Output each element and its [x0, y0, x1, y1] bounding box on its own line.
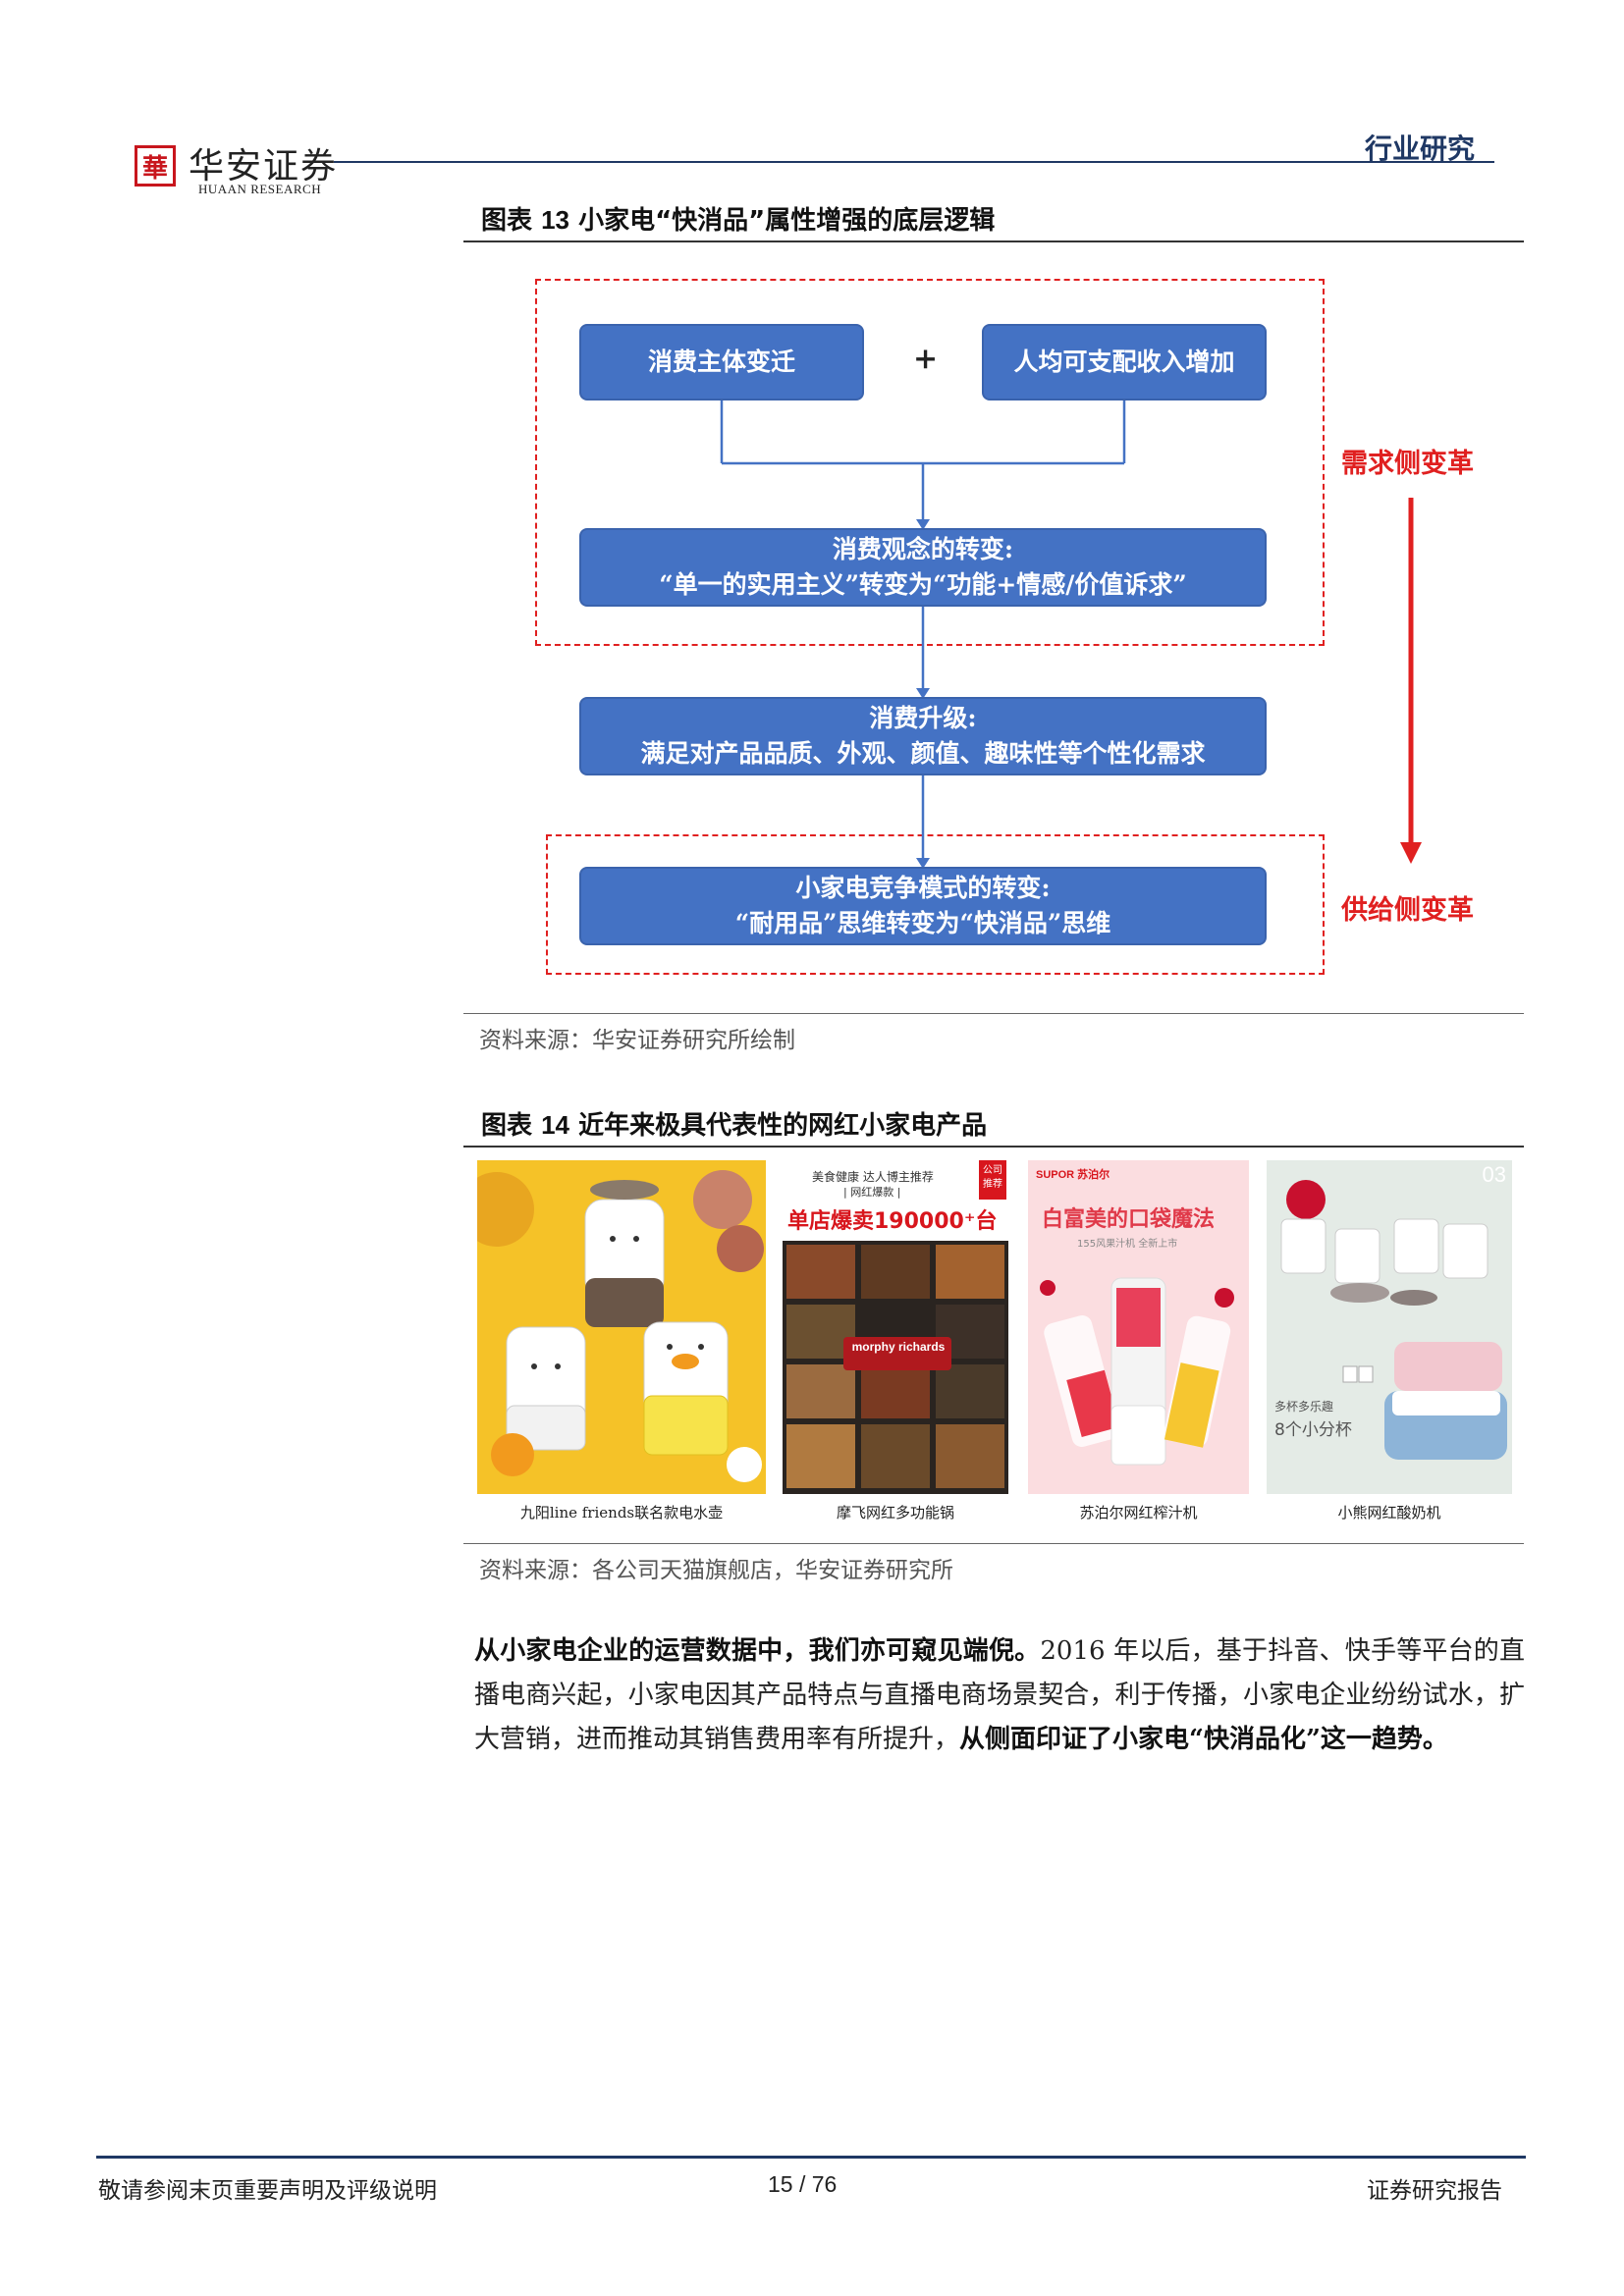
income-increase-label: 人均可支配收入增加 [1013, 347, 1235, 376]
multicooker-badge: 公司 推荐 [979, 1160, 1006, 1200]
multicooker-headline: 单店爆卖190000⁺台 [787, 1209, 998, 1234]
upgrade-heading: 消费升级: [869, 704, 977, 732]
yogurt-text-2: 8个小分杯 [1274, 1420, 1352, 1440]
demand-side-label: 需求侧变革 [1341, 449, 1474, 479]
figure13-bottom-rule [463, 1013, 1524, 1014]
concept-change-detail: “单一的实用主义”转变为“功能+情感/价值诉求” [659, 570, 1187, 599]
yogurt-text-1: 多杯多乐趣 [1274, 1400, 1334, 1414]
concept-change-box: 消费观念的转变: “单一的实用主义”转变为“功能+情感/价值诉求” [579, 528, 1267, 607]
figure13-source: 资料来源：华安证券研究所绘制 [479, 1028, 795, 1053]
juicer-illustration [1040, 1277, 1234, 1466]
juicer-headline: 白富美的口袋魔法 [1042, 1207, 1216, 1232]
caption-yogurt-maker: 小熊网红酸奶机 [1337, 1504, 1441, 1522]
figure14-top-rule [463, 1146, 1524, 1148]
multicooker-banner-sub: | 网红爆款 | [843, 1186, 901, 1199]
page-number: 15 / 76 [768, 2171, 838, 2197]
supply-side-label: 供给侧变革 [1341, 895, 1474, 926]
footer-report-type: 证券研究报告 [1367, 2178, 1502, 2204]
footer-divider [96, 2156, 1526, 2159]
body-bold-conclusion: 从侧面印证了小家电“快消品化”这一趋势。 [959, 1725, 1448, 1754]
caption-kettle: 九阳line friends联名款电水壶 [519, 1504, 724, 1522]
figure14-text: 近年来极具代表性的网红小家电产品 [578, 1111, 988, 1141]
morphy-richards-logo: morphy richards [851, 1340, 946, 1354]
product-image-multicooker: 美食健康 达人博主推荐 | 网红爆款 | 单店爆卖190000⁺台 公司 推荐 … [783, 1160, 1008, 1494]
product-image-kettle [477, 1160, 766, 1494]
consumption-upgrade-box: 消费升级: 满足对产品品质、外观、颜值、趣味性等个性化需求 [579, 697, 1267, 775]
product-image-yogurt-maker: 03 多杯多乐趣 8个小分杯 [1267, 1160, 1512, 1494]
income-increase-box: 人均可支配收入增加 [982, 324, 1267, 400]
body-paragraph: 从小家电企业的运营数据中，我们亦可窥见端倪。2016 年以后，基于抖音、快手等平… [474, 1629, 1525, 1762]
supor-logo: SUPOR 苏泊尔 [1036, 1169, 1110, 1181]
kettle-illustration [477, 1170, 764, 1482]
upgrade-detail: 满足对产品品质、外观、颜值、趣味性等个性化需求 [640, 739, 1206, 768]
plus-sign: + [913, 342, 939, 376]
subject-change-box: 消费主体变迁 [579, 324, 864, 400]
product-image-juicer: SUPOR 苏泊尔 白富美的口袋魔法 155风果汁机 全新上市 [1028, 1160, 1249, 1494]
subject-change-label: 消费主体变迁 [647, 347, 795, 376]
competition-heading: 小家电竞争模式的转变: [795, 874, 1051, 902]
multicooker-banner-top: 美食健康 达人博主推荐 [812, 1170, 934, 1184]
figure14-number: 14 [541, 1110, 569, 1140]
food-collage [786, 1245, 1004, 1488]
juicer-subtitle: 155风果汁机 全新上市 [1077, 1239, 1178, 1250]
footer-disclaimer: 敬请参阅末页重要声明及评级说明 [98, 2178, 437, 2204]
competition-change-box: 小家电竞争模式的转变: “耐用品”思维转变为“快消品”思维 [579, 867, 1267, 945]
yogurt-corner-number: 03 [1482, 1162, 1506, 1187]
competition-detail: “耐用品”思维转变为“快消品”思维 [734, 909, 1111, 937]
caption-juicer: 苏泊尔网红榨汁机 [1079, 1504, 1198, 1522]
caption-multicooker: 摩飞网红多功能锅 [836, 1504, 954, 1522]
yogurt-illustration [1280, 1180, 1507, 1460]
demand-to-supply-arrow [1400, 498, 1422, 864]
figure14-bottom-rule [463, 1543, 1524, 1544]
multicooker-banner: 美食健康 达人博主推荐 | 网红爆款 | 单店爆卖190000⁺台 公司 推荐 [783, 1160, 1008, 1241]
figure14-title: 图表 14 近年来极具代表性的网红小家电产品 [481, 1105, 987, 1142]
body-bold-lead: 从小家电企业的运营数据中，我们亦可窥见端倪。 [474, 1636, 1041, 1666]
concept-change-heading: 消费观念的转变: [832, 535, 1014, 563]
figure14-source: 资料来源：各公司天猫旗舰店，华安证券研究所 [479, 1558, 953, 1583]
figure14-prefix: 图表 [481, 1111, 533, 1141]
